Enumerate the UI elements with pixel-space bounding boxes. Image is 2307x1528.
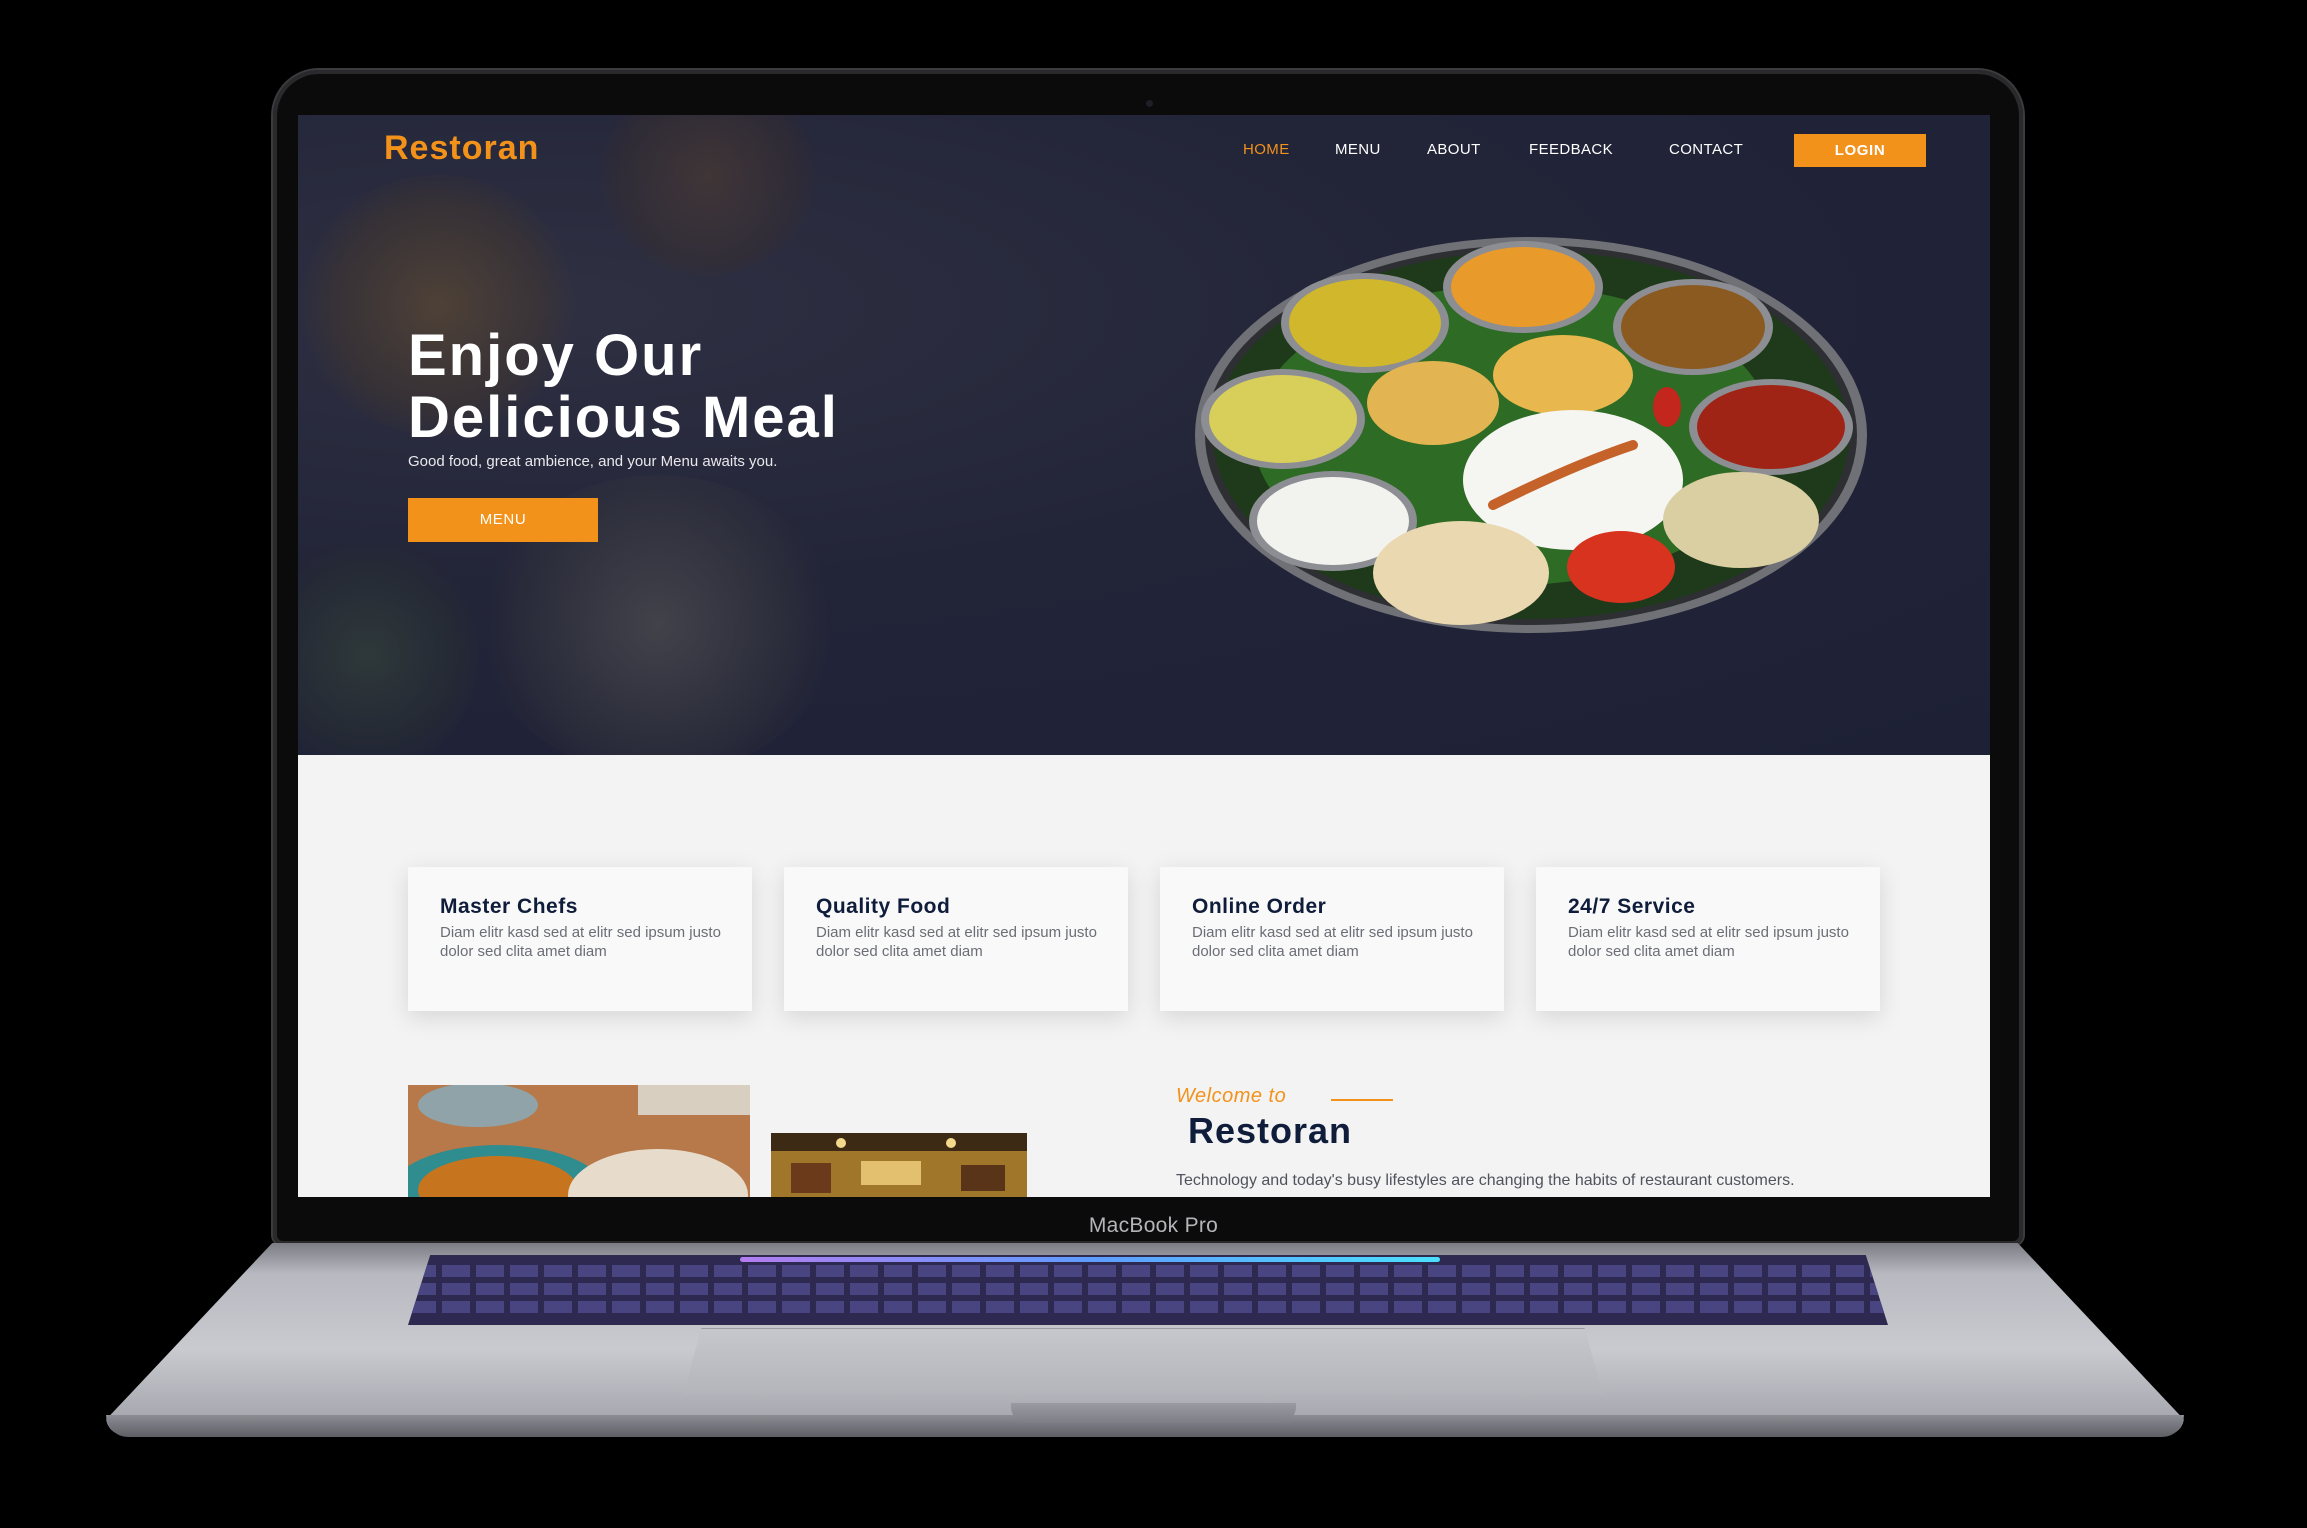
nav-home-link[interactable]: HOME xyxy=(1243,141,1290,158)
hero-menu-button[interactable]: MENU xyxy=(408,498,598,542)
keyboard-key-row xyxy=(408,1301,1888,1313)
hero-subtitle: Good food, great ambience, and your Menu… xyxy=(408,453,778,470)
laptop-opening-notch xyxy=(1011,1403,1296,1423)
keyboard-key-row xyxy=(408,1283,1888,1295)
navbar: Restoran HOME MENU ABOUT FEEDBACK CONTAC… xyxy=(298,115,1990,187)
about-title: Restoran xyxy=(1188,1110,1353,1151)
about-text: Technology and today's busy lifestyles a… xyxy=(1176,1172,1795,1189)
feature-text: Diam elitr kasd sed at elitr sed ipsum j… xyxy=(1192,924,1473,960)
feature-text: Diam elitr kasd sed at elitr sed ipsum j… xyxy=(440,924,721,960)
nav-menu-link[interactable]: MENU xyxy=(1335,141,1381,158)
keyboard-key-row xyxy=(408,1265,1888,1277)
nav-about-link[interactable]: ABOUT xyxy=(1427,141,1481,158)
nav-contact-link[interactable]: CONTACT xyxy=(1669,141,1743,158)
background-dish-image xyxy=(298,535,478,755)
welcome-label: Welcome to xyxy=(1176,1085,1287,1107)
feature-card-quality-food[interactable]: Quality Food Diam elitr kasd sed at elit… xyxy=(784,867,1128,1011)
login-button[interactable]: LOGIN xyxy=(1794,134,1926,167)
laptop-model-label: MacBook Pro xyxy=(1088,1214,1219,1237)
keyboard xyxy=(408,1255,1888,1325)
camera-icon xyxy=(1146,100,1153,107)
site-logo[interactable]: Restoran xyxy=(384,129,539,168)
trackpad xyxy=(683,1328,1603,1395)
feature-title: 24/7 Service xyxy=(1568,895,1696,918)
feature-text: Diam elitr kasd sed at elitr sed ipsum j… xyxy=(1568,924,1849,960)
feature-card-master-chefs[interactable]: Master Chefs Diam elitr kasd sed at elit… xyxy=(408,867,752,1011)
hero-section: Restoran HOME MENU ABOUT FEEDBACK CONTAC… xyxy=(298,115,1990,755)
welcome-divider xyxy=(1331,1099,1393,1101)
nav-feedback-link[interactable]: FEEDBACK xyxy=(1529,141,1613,158)
feature-card-online-order[interactable]: Online Order Diam elitr kasd sed at elit… xyxy=(1160,867,1504,1011)
thali-plate-image xyxy=(1195,237,1867,633)
browser-viewport[interactable]: Restoran HOME MENU ABOUT FEEDBACK CONTAC… xyxy=(298,115,1990,1197)
hero-title-line: Delicious Meal xyxy=(408,385,839,450)
feature-title: Quality Food xyxy=(816,895,951,918)
about-restaurant-image xyxy=(771,1133,1027,1197)
feature-title: Master Chefs xyxy=(440,895,578,918)
hero-title-line: Enjoy Our xyxy=(408,323,704,388)
touch-bar xyxy=(740,1257,1440,1262)
feature-title: Online Order xyxy=(1192,895,1327,918)
feature-text: Diam elitr kasd sed at elitr sed ipsum j… xyxy=(816,924,1097,960)
about-food-image xyxy=(408,1085,750,1197)
feature-card-24-7-service[interactable]: 24/7 Service Diam elitr kasd sed at elit… xyxy=(1536,867,1880,1011)
hero-title: Enjoy Our Delicious Meal xyxy=(408,325,839,449)
